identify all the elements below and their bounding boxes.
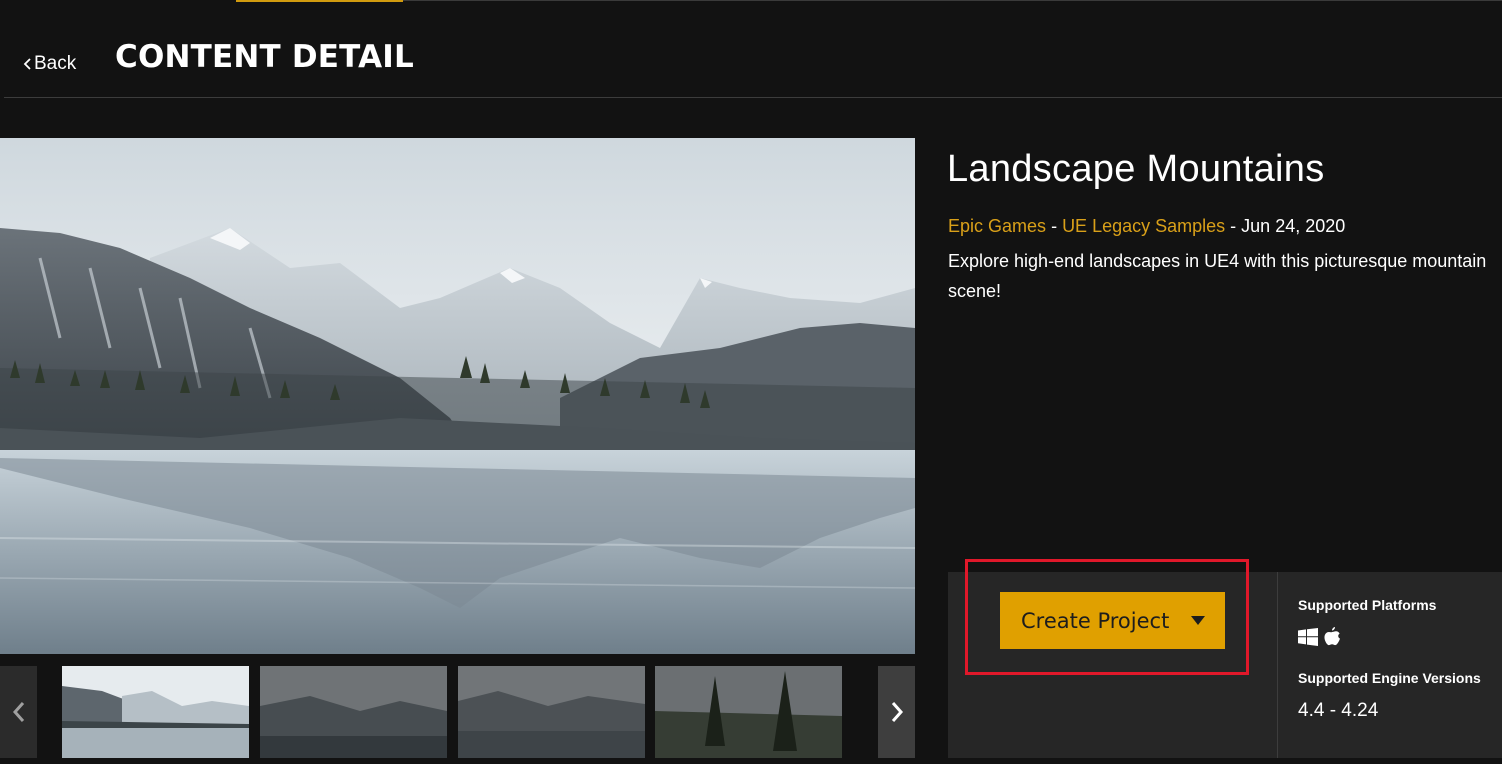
active-tab-indicator [236, 0, 403, 2]
supported-versions-label: Supported Engine Versions [1298, 670, 1481, 686]
supported-platforms-label: Supported Platforms [1298, 597, 1437, 613]
apple-icon [1324, 627, 1340, 646]
top-divider [403, 0, 1502, 1]
thumbnail-4[interactable] [655, 666, 842, 758]
category-link[interactable]: UE Legacy Samples [1062, 216, 1225, 236]
asset-description: Explore high-end landscapes in UE4 with … [948, 251, 1487, 301]
chevron-right-icon [891, 702, 903, 722]
create-project-button[interactable]: Create Project [1000, 592, 1225, 649]
asset-title: Landscape Mountains [947, 148, 1325, 190]
back-button[interactable]: Back [22, 52, 76, 76]
thumbnail-1[interactable] [62, 666, 249, 758]
hero-image [0, 138, 915, 654]
thumbnail-strip [0, 666, 915, 758]
content-detail-page: Back CONTENT DETAIL Landscape Mountains … [0, 0, 1502, 764]
thumbnail-prev-button[interactable] [0, 666, 37, 758]
platform-icons [1298, 627, 1340, 646]
caret-down-icon[interactable] [1191, 616, 1205, 625]
meta-separator: - [1051, 216, 1063, 236]
header-divider [4, 97, 1502, 98]
windows-icon [1298, 627, 1318, 646]
chevron-left-icon [23, 58, 31, 70]
thumbnail-2[interactable] [260, 666, 447, 758]
create-project-label: Create Project [1021, 608, 1170, 633]
back-label: Back [34, 53, 77, 74]
release-date: Jun 24, 2020 [1241, 216, 1346, 236]
page-title: CONTENT DETAIL [115, 39, 414, 75]
engine-versions: 4.4 - 4.24 [1298, 700, 1379, 721]
thumbnail-3[interactable] [458, 666, 645, 758]
asset-meta: Epic Games - UE Legacy Samples - Jun 24,… [948, 216, 1345, 237]
publisher-link[interactable]: Epic Games [948, 216, 1046, 236]
meta-separator: - [1230, 216, 1242, 236]
thumbnail-next-button[interactable] [878, 666, 915, 758]
panel-divider [1277, 572, 1278, 758]
chevron-left-icon [12, 702, 24, 722]
